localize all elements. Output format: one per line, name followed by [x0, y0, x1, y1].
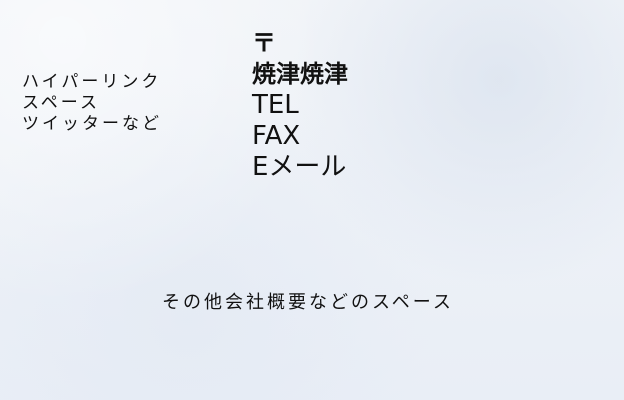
hyperlink-line-3: ツイッターなど: [22, 114, 162, 134]
hyperlink-line-1: ハイパーリンク: [22, 72, 162, 92]
company-info: その他会社概要などのスペース: [162, 292, 454, 313]
hyperlink-line-2: スペース: [22, 93, 100, 113]
email-label: Eメール: [252, 152, 347, 182]
address-text: 焼津焼津: [252, 60, 348, 88]
fax-label: FAX: [252, 121, 301, 151]
hyperlink-area: ハイパーリンク スペース ツイッターなど: [22, 72, 162, 135]
tel-label: TEL: [252, 90, 299, 120]
postal-code-mark: 〒: [252, 29, 276, 57]
contact-info: 〒 焼津焼津 TEL FAX Eメール: [252, 28, 472, 183]
